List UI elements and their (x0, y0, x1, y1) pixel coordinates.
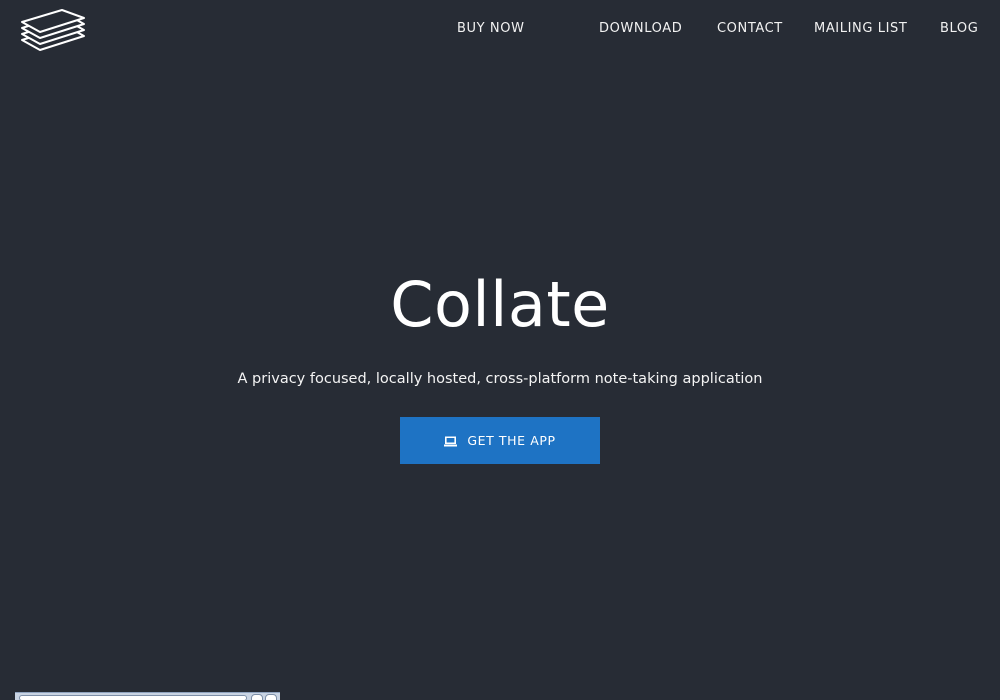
scroll-left-button[interactable] (251, 694, 263, 700)
nav-mailing-list[interactable]: MAILING LIST (814, 21, 907, 36)
nav-contact[interactable]: CONTACT (717, 21, 783, 36)
landing-page: BUY NOW DOWNLOAD CONTACT MAILING LIST BL… (0, 0, 1000, 700)
nav-buy-now[interactable]: BUY NOW (457, 21, 525, 36)
hero-title: Collate (390, 268, 610, 341)
hero-subtitle: A privacy focused, locally hosted, cross… (237, 371, 763, 387)
scrollbar-thumb[interactable] (19, 695, 247, 700)
cta-label: GET THE APP (467, 433, 556, 448)
scroll-right-button[interactable] (265, 694, 277, 700)
stacked-papers-icon[interactable] (20, 8, 86, 54)
horizontal-scrollbar[interactable] (15, 692, 280, 700)
get-the-app-button[interactable]: GET THE APP (400, 417, 600, 464)
nav-blog[interactable]: BLOG (940, 21, 978, 36)
nav-download[interactable]: DOWNLOAD (599, 21, 682, 36)
laptop-icon (444, 435, 458, 447)
